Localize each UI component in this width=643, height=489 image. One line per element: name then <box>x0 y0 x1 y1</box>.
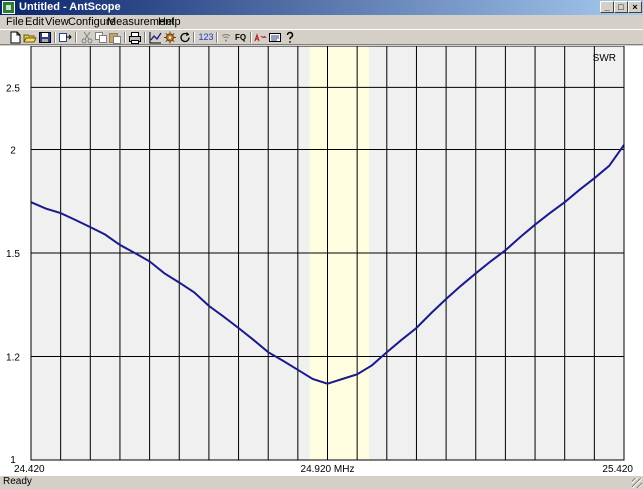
refresh-icon[interactable] <box>178 31 192 44</box>
status-text: Ready <box>3 476 32 487</box>
status-bar: Ready <box>0 475 643 489</box>
save-disk-icon[interactable] <box>38 31 52 44</box>
y-tick-label: 2 <box>10 146 16 157</box>
y-tick-label: 1.2 <box>6 353 20 364</box>
menu-edit[interactable]: Edit <box>25 16 44 28</box>
x-tick-label: 24.420 <box>14 464 45 475</box>
print-icon[interactable] <box>128 31 142 44</box>
toolbar: 123 FQ <box>0 29 643 45</box>
frequency-icon[interactable]: FQ <box>233 31 248 44</box>
list-icon[interactable] <box>268 31 282 44</box>
help-icon[interactable] <box>283 31 297 44</box>
y-tick-label: 2.5 <box>6 83 20 94</box>
new-file-icon[interactable] <box>8 31 22 44</box>
resize-grip[interactable] <box>632 478 642 488</box>
x-axis-ticks: 24.420 24.920 MHz 25.420 <box>14 464 633 475</box>
minimize-button[interactable]: _ <box>600 1 614 13</box>
menu-file[interactable]: File <box>6 16 24 28</box>
title-bar[interactable]: Untitled - AntScope _ □ × <box>0 0 643 15</box>
open-folder-icon[interactable] <box>23 31 37 44</box>
cut-icon[interactable] <box>80 31 94 44</box>
legend-swr: SWR <box>593 53 616 64</box>
y-axis-ticks: 11.21.522.5 <box>6 83 20 466</box>
maximize-button[interactable]: □ <box>614 1 628 13</box>
memory-icon[interactable] <box>253 31 267 44</box>
x-tick-label: 24.920 MHz <box>301 464 355 475</box>
y-tick-label: 1.5 <box>6 249 20 260</box>
copy-icon[interactable] <box>94 31 108 44</box>
app-icon[interactable] <box>2 1 15 14</box>
grid-lines <box>31 46 624 460</box>
chart-icon[interactable] <box>148 31 162 44</box>
chart-svg: 11.21.522.5 24.420 24.920 MHz 25.420 SWR <box>6 46 633 475</box>
swr-chart: 1 1.2 1.5 2 2.5 24.420 24.920 MHz 25.420 SWR <box>0 46 643 475</box>
close-button[interactable]: × <box>628 1 642 13</box>
window-title: Untitled - AntScope <box>19 1 121 13</box>
x-tick-label: 25.420 <box>602 464 633 475</box>
numbers-icon[interactable]: 123 <box>197 31 215 44</box>
paste-icon[interactable] <box>108 31 122 44</box>
gear-icon[interactable] <box>163 31 177 44</box>
wireless-icon[interactable] <box>219 31 233 44</box>
menu-view[interactable]: View <box>45 16 69 28</box>
export-icon[interactable] <box>58 31 72 44</box>
menu-bar: File Edit View Configure Measurement Hel… <box>0 15 643 29</box>
menu-help[interactable]: Help <box>158 16 181 28</box>
